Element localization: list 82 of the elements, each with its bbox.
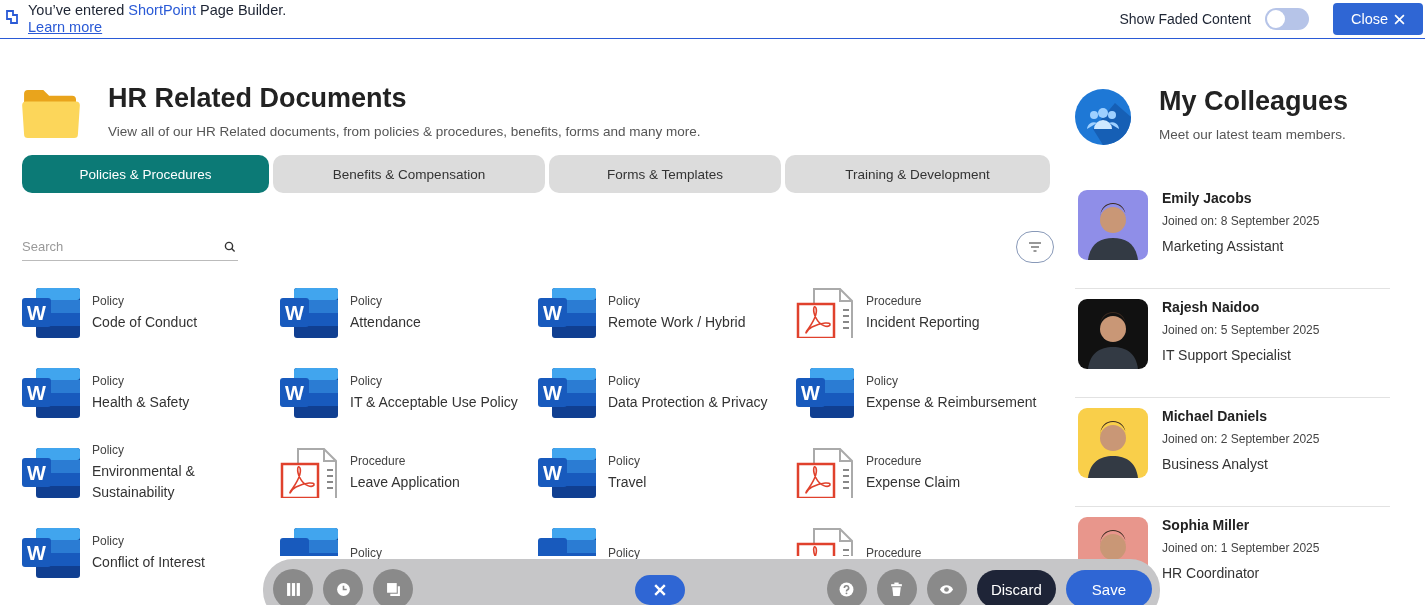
- document-category: Procedure: [866, 546, 922, 560]
- help-icon: [839, 581, 855, 597]
- job-title: HR Coordinator: [1162, 565, 1261, 581]
- document-title[interactable]: Incident Reporting: [866, 311, 980, 333]
- document-category: Procedure: [866, 453, 923, 468]
- document-category: Procedure: [350, 453, 407, 468]
- banner-message: You’ve entered ShortPoint Page Builder.: [28, 2, 287, 18]
- search-field[interactable]: Search: [22, 233, 238, 261]
- document-category: Policy: [608, 453, 641, 468]
- logo-icon: [6, 10, 18, 24]
- toggle-switch[interactable]: [1265, 8, 1309, 30]
- pdf-document-icon: [796, 288, 854, 338]
- columns-button[interactable]: [273, 569, 313, 605]
- clock-icon: [335, 581, 351, 597]
- document-category: Policy: [92, 443, 125, 457]
- colleagues-title: My Colleagues: [1159, 86, 1349, 117]
- colleague-name: Sophia Miller: [1162, 517, 1251, 533]
- folder-icon: [22, 88, 80, 138]
- document-title[interactable]: Environmental & Sustainability: [92, 461, 274, 503]
- toggle-label: Show Faded Content: [1119, 11, 1251, 27]
- document-category: Procedure: [866, 293, 923, 308]
- close-icon: [1394, 13, 1406, 25]
- pdf-document-icon: [796, 448, 854, 498]
- join-date: Joined on: 5 September 2025: [1162, 323, 1320, 337]
- job-title: IT Support Specialist: [1162, 347, 1292, 363]
- document-title[interactable]: Expense Claim: [866, 471, 961, 493]
- word-document-icon: [280, 528, 338, 556]
- word-document-icon: [538, 528, 596, 556]
- close-icon: [653, 584, 666, 596]
- close-button[interactable]: Close: [1333, 3, 1423, 35]
- help-button[interactable]: [826, 569, 867, 605]
- category-tab[interactable]: Training & Development: [785, 155, 1050, 193]
- document-category: Policy: [350, 293, 383, 308]
- columns-icon: [285, 581, 301, 597]
- history-button[interactable]: [323, 569, 363, 605]
- document-title[interactable]: Code of Conduct: [92, 311, 198, 333]
- section-title: HR Related Documents: [108, 83, 408, 114]
- document-category: Policy: [608, 546, 640, 560]
- document-title[interactable]: IT & Acceptable Use Policy: [350, 391, 518, 413]
- document-title[interactable]: Conflict of Interest: [92, 551, 205, 573]
- discard-button[interactable]: Discard: [976, 570, 1056, 605]
- document-category: Policy: [92, 533, 125, 548]
- colleague-name: Emily Jacobs: [1162, 190, 1253, 206]
- trash-icon: [889, 581, 905, 597]
- people-icon: [1075, 89, 1131, 145]
- document-category: Policy: [866, 373, 899, 388]
- join-date: Joined on: 8 September 2025: [1162, 214, 1320, 228]
- document-title[interactable]: Leave Application: [350, 471, 460, 493]
- category-tab[interactable]: Policies & Procedures: [22, 155, 269, 193]
- copy-icon: [385, 581, 401, 597]
- close-editor-button[interactable]: [634, 575, 685, 605]
- preview-button[interactable]: [926, 569, 967, 605]
- join-date: Joined on: 1 September 2025: [1162, 541, 1320, 555]
- learn-more-link[interactable]: Learn more: [28, 19, 103, 35]
- document-title[interactable]: Remote Work / Hybrid: [608, 311, 746, 333]
- colleague-name: Rajesh Naidoo: [1162, 299, 1261, 315]
- document-category: Policy: [350, 373, 383, 388]
- category-tab[interactable]: Forms & Templates: [549, 155, 781, 193]
- document-category: Policy: [92, 373, 125, 388]
- document-title[interactable]: Data Protection & Privacy: [608, 391, 768, 413]
- job-title: Business Analyst: [1162, 456, 1269, 472]
- filter-icon: [1028, 242, 1042, 252]
- document-title[interactable]: Expense & Reimbursement: [866, 391, 1037, 413]
- document-title[interactable]: Travel: [608, 471, 647, 493]
- document-category: Policy: [350, 546, 382, 560]
- document-category: Policy: [608, 293, 641, 308]
- search-icon: [224, 241, 236, 253]
- join-date: Joined on: 2 September 2025: [1162, 432, 1320, 446]
- colleagues-subtitle: Meet our latest team members.: [1159, 127, 1347, 142]
- pdf-document-icon: [280, 448, 338, 498]
- job-title: Marketing Assistant: [1162, 238, 1285, 254]
- copy-button[interactable]: [373, 569, 413, 605]
- filter-button[interactable]: [1016, 231, 1054, 263]
- document-category: Policy: [608, 373, 641, 388]
- save-button[interactable]: Save: [1065, 570, 1152, 605]
- delete-button[interactable]: [876, 569, 917, 605]
- category-tab[interactable]: Benefits & Compensation: [273, 155, 545, 193]
- document-title[interactable]: Attendance: [350, 311, 421, 333]
- document-category: Policy: [92, 293, 125, 308]
- section-subtitle: View all of our HR Related documents, from policies & procedures, benefits, forms and many more.: [108, 124, 701, 139]
- colleague-name: Michael Daniels: [1162, 408, 1269, 424]
- document-title[interactable]: Health & Safety: [92, 391, 190, 413]
